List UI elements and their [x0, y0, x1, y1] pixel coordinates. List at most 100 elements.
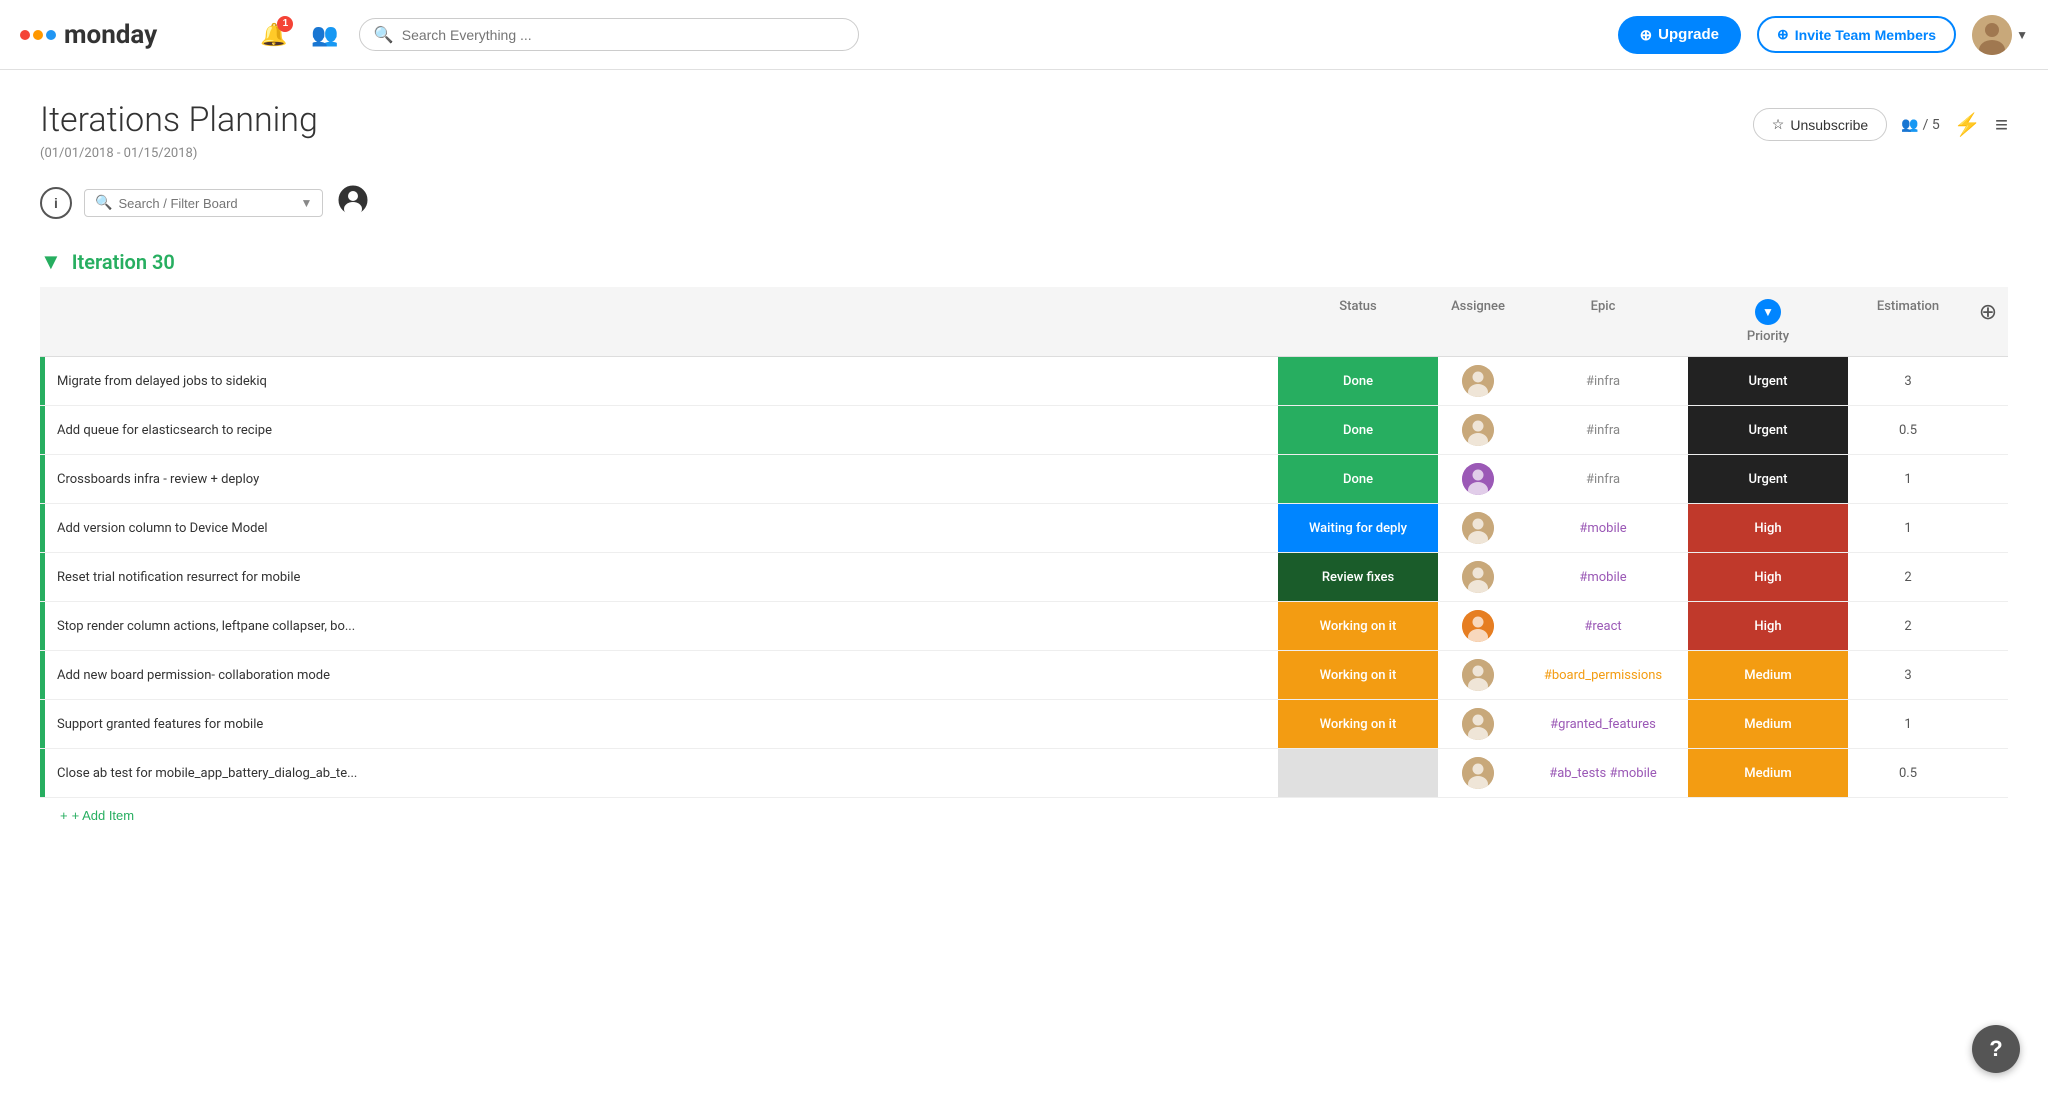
- subscribe-button[interactable]: ☆ Unsubscribe: [1753, 108, 1887, 141]
- cell-epic-2[interactable]: #infra: [1518, 406, 1688, 454]
- cell-epic-4[interactable]: #mobile: [1518, 504, 1688, 552]
- cell-priority-8[interactable]: Medium: [1688, 700, 1848, 748]
- notifications-button[interactable]: 🔔 1: [256, 18, 291, 52]
- cell-priority-7[interactable]: Medium: [1688, 651, 1848, 699]
- search-input[interactable]: [402, 27, 844, 43]
- cell-assignee-7[interactable]: [1438, 651, 1518, 699]
- page-toolbar: i 🔍 ▼: [40, 185, 2008, 221]
- title-area: Iterations Planning (01/01/2018 - 01/15/…: [40, 100, 318, 185]
- epic-tag-7: #board_permissions: [1544, 668, 1662, 683]
- cell-task-8[interactable]: Support granted features for mobile: [40, 700, 1278, 748]
- cell-status-2[interactable]: Done: [1278, 406, 1438, 454]
- table-row: Close ab test for mobile_app_battery_dia…: [40, 749, 2008, 798]
- invite-icon: ⊕: [1777, 26, 1789, 43]
- info-button[interactable]: i: [40, 187, 72, 219]
- help-button[interactable]: ?: [1972, 1025, 2020, 1073]
- epic-tag-3: #infra: [1586, 472, 1620, 487]
- filter-input[interactable]: [118, 196, 294, 211]
- cell-assignee-3[interactable]: [1438, 455, 1518, 503]
- cell-status-7[interactable]: Working on it: [1278, 651, 1438, 699]
- cell-epic-8[interactable]: #granted_features: [1518, 700, 1688, 748]
- assignee-avatar-2: [1462, 414, 1494, 446]
- cell-task-2[interactable]: Add queue for elasticsearch to recipe: [40, 406, 1278, 454]
- cell-priority-6[interactable]: High: [1688, 602, 1848, 650]
- priority-sort-button[interactable]: ▼: [1755, 299, 1781, 325]
- cell-task-1[interactable]: Migrate from delayed jobs to sidekiq: [40, 357, 1278, 405]
- cell-assignee-2[interactable]: [1438, 406, 1518, 454]
- cell-status-6[interactable]: Working on it: [1278, 602, 1438, 650]
- table-row: Crossboards infra - review + deploy Done…: [40, 455, 2008, 504]
- assignee-avatar-6: [1462, 610, 1494, 642]
- cell-task-7[interactable]: Add new board permission- collaboration …: [40, 651, 1278, 699]
- cell-task-4[interactable]: Add version column to Device Model: [40, 504, 1278, 552]
- priority-badge-1: Urgent: [1688, 357, 1848, 405]
- filter-search-icon: 🔍: [95, 195, 112, 211]
- cell-status-4[interactable]: Waiting for deply: [1278, 504, 1438, 552]
- cell-priority-9[interactable]: Medium: [1688, 749, 1848, 797]
- epic-tag-6: #react: [1584, 619, 1621, 634]
- cell-options-5: [1968, 553, 2008, 601]
- cell-priority-1[interactable]: Urgent: [1688, 357, 1848, 405]
- cell-epic-6[interactable]: #react: [1518, 602, 1688, 650]
- assignee-avatar-4: [1462, 512, 1494, 544]
- cell-task-6[interactable]: Stop render column actions, leftpane col…: [40, 602, 1278, 650]
- group-title[interactable]: Iteration 30: [72, 250, 175, 274]
- cell-epic-3[interactable]: #infra: [1518, 455, 1688, 503]
- people-button[interactable]: 👥: [307, 18, 342, 52]
- logo-text: monday: [64, 20, 157, 50]
- cell-epic-5[interactable]: #mobile: [1518, 553, 1688, 601]
- activity-button[interactable]: ⚡: [1954, 112, 1981, 138]
- filter-dropdown-icon[interactable]: ▼: [300, 196, 312, 210]
- col-header-add: ⊕: [1968, 295, 2008, 348]
- cell-status-1[interactable]: Done: [1278, 357, 1438, 405]
- cell-epic-1[interactable]: #infra: [1518, 357, 1688, 405]
- cell-priority-4[interactable]: High: [1688, 504, 1848, 552]
- estimation-value-4: 1: [1904, 521, 1911, 536]
- cell-assignee-5[interactable]: [1438, 553, 1518, 601]
- cell-task-9[interactable]: Close ab test for mobile_app_battery_dia…: [40, 749, 1278, 797]
- cell-status-9[interactable]: [1278, 749, 1438, 797]
- group-toggle-icon[interactable]: ▼: [40, 249, 62, 275]
- cell-epic-7[interactable]: #board_permissions: [1518, 651, 1688, 699]
- estimation-value-6: 2: [1904, 619, 1911, 634]
- table-section: ▼ Iteration 30 Status Assignee Epic ▼ Pr…: [40, 241, 2008, 833]
- cell-assignee-4[interactable]: [1438, 504, 1518, 552]
- col-header-status: Status: [1278, 295, 1438, 348]
- invite-button[interactable]: ⊕ Invite Team Members: [1757, 16, 1956, 53]
- cell-options-9: [1968, 749, 2008, 797]
- cell-epic-9[interactable]: #ab_tests #mobile: [1518, 749, 1688, 797]
- col-header-priority: ▼ Priority: [1688, 295, 1848, 348]
- cell-options-1: [1968, 357, 2008, 405]
- logo-dot-orange: [33, 30, 43, 40]
- cell-assignee-8[interactable]: [1438, 700, 1518, 748]
- cell-task-5[interactable]: Reset trial notification resurrect for m…: [40, 553, 1278, 601]
- cell-status-8[interactable]: Working on it: [1278, 700, 1438, 748]
- menu-button[interactable]: ≡: [1995, 112, 2008, 138]
- cell-task-3[interactable]: Crossboards infra - review + deploy: [40, 455, 1278, 503]
- cell-priority-2[interactable]: Urgent: [1688, 406, 1848, 454]
- add-item-button[interactable]: + + Add Item: [40, 802, 134, 829]
- estimation-value-3: 1: [1904, 472, 1911, 487]
- add-column-button[interactable]: ⊕: [1979, 299, 1997, 325]
- user-avatar-container[interactable]: ▼: [1972, 15, 2028, 55]
- header: monday 🔔 1 👥 🔍 ⊕ Upgrade ⊕ Invite Team M…: [0, 0, 2048, 70]
- cell-assignee-9[interactable]: [1438, 749, 1518, 797]
- cell-estimation-8: 1: [1848, 700, 1968, 748]
- status-badge-8: Working on it: [1278, 700, 1438, 748]
- cell-status-5[interactable]: Review fixes: [1278, 553, 1438, 601]
- cell-priority-5[interactable]: High: [1688, 553, 1848, 601]
- priority-badge-9: Medium: [1688, 749, 1848, 797]
- upgrade-button[interactable]: ⊕ Upgrade: [1618, 16, 1741, 54]
- user-filter-button[interactable]: [335, 185, 371, 221]
- col-header-task: [40, 295, 1278, 348]
- cell-status-3[interactable]: Done: [1278, 455, 1438, 503]
- cell-assignee-1[interactable]: [1438, 357, 1518, 405]
- cell-assignee-6[interactable]: [1438, 602, 1518, 650]
- avatar-chevron-icon: ▼: [2016, 28, 2028, 42]
- cell-options-2: [1968, 406, 2008, 454]
- estimation-value-5: 2: [1904, 570, 1911, 585]
- estimation-value-2: 0.5: [1899, 423, 1917, 438]
- cell-priority-3[interactable]: Urgent: [1688, 455, 1848, 503]
- task-name-7: Add new board permission- collaboration …: [45, 668, 1278, 683]
- cell-estimation-2: 0.5: [1848, 406, 1968, 454]
